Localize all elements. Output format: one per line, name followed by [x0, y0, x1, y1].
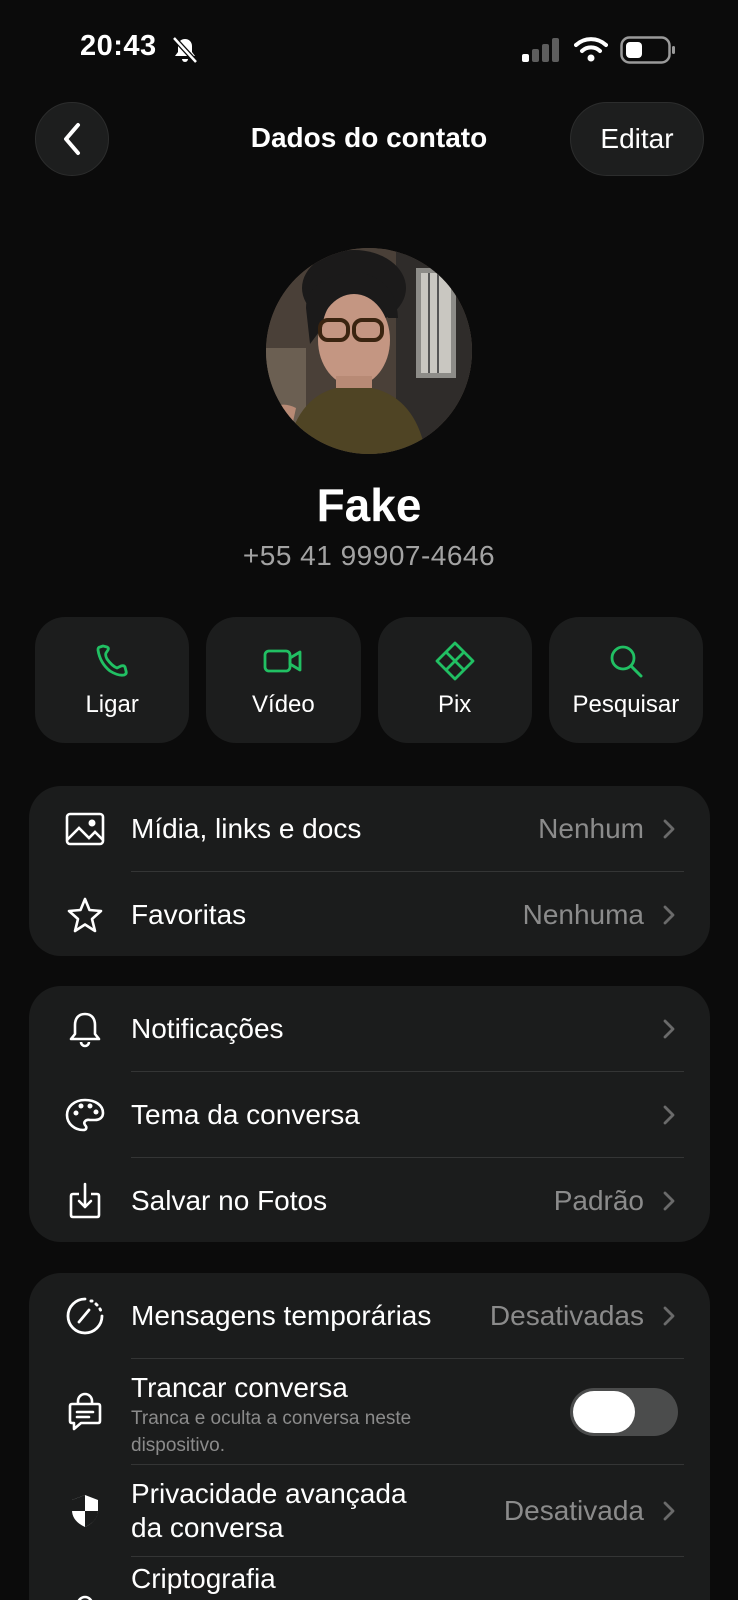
media-links-docs-row[interactable]: Mídia, links e docs Nenhum	[29, 786, 710, 872]
status-time: 20:43	[80, 30, 157, 62]
chevron-right-icon	[663, 1105, 675, 1125]
star-icon	[65, 895, 105, 935]
search-label: Pesquisar	[572, 691, 680, 718]
bell-off-icon	[172, 36, 198, 64]
video-icon	[263, 649, 302, 673]
chevron-right-icon	[663, 819, 675, 839]
save-photos-row[interactable]: Salvar no Fotos Padrão	[29, 1158, 710, 1242]
chevron-right-icon	[663, 905, 675, 925]
status-bar: 20:43	[0, 0, 738, 100]
favorites-row[interactable]: Favoritas Nenhuma	[29, 872, 710, 956]
pix-icon	[435, 641, 475, 681]
edit-button[interactable]: Editar	[570, 102, 704, 176]
toggle-knob	[573, 1391, 635, 1433]
lock-chat-description: Tranca e oculta a conversa neste disposi…	[131, 1408, 412, 1456]
timer-icon	[65, 1296, 105, 1336]
settings-group: Notificações Tema da conversa Salvar no …	[29, 986, 710, 1242]
lock-chat-row: Trancar conversa Tranca e oculta a conve…	[29, 1359, 710, 1465]
battery-icon	[620, 36, 675, 64]
notifications-row[interactable]: Notificações	[29, 986, 710, 1072]
contact-name: Fake	[316, 479, 422, 531]
media-links-docs-value: Nenhum	[538, 813, 644, 844]
advanced-privacy-value: Desativada	[503, 1495, 644, 1526]
image-icon	[65, 809, 105, 849]
chat-theme-row[interactable]: Tema da conversa	[29, 1072, 710, 1158]
quick-actions: Ligar Vídeo Pix Pesquisar	[35, 617, 703, 743]
save-photos-label: Salvar no Fotos	[131, 1185, 328, 1216]
lock-chat-label: Trancar conversa	[131, 1372, 348, 1403]
avatar[interactable]	[266, 248, 472, 454]
disappearing-messages-label: Mensagens temporárias	[131, 1300, 432, 1331]
video-button[interactable]: Vídeo	[206, 617, 361, 743]
bell-icon	[65, 1009, 105, 1049]
pix-label: Pix	[437, 691, 472, 718]
pix-button[interactable]: Pix	[377, 617, 532, 743]
search-icon	[610, 645, 643, 678]
phone-icon	[96, 644, 128, 677]
disappearing-messages-row[interactable]: Mensagens temporárias Desativadas	[29, 1273, 710, 1359]
encryption-row[interactable]: Criptografia	[29, 1557, 710, 1600]
chevron-right-icon	[663, 1019, 675, 1039]
chat-theme-label: Tema da conversa	[131, 1099, 360, 1130]
video-label: Vídeo	[252, 691, 315, 718]
lock-icon	[65, 1593, 105, 1600]
cell-signal-icon	[522, 38, 559, 62]
advanced-privacy-label: Privacidade avançada da conversa	[131, 1478, 407, 1543]
wifi-icon	[574, 37, 608, 62]
favorites-value: Nenhuma	[522, 899, 644, 930]
favorites-label: Favoritas	[131, 899, 247, 930]
chevron-right-icon	[663, 1306, 675, 1326]
chevron-right-icon	[663, 1501, 675, 1521]
save-photos-icon	[65, 1181, 105, 1221]
advanced-privacy-row[interactable]: Privacidade avançada da conversa Desativ…	[29, 1465, 710, 1557]
media-links-docs-label: Mídia, links e docs	[131, 813, 362, 844]
contact-phone: +55 41 99907-4646	[242, 540, 496, 571]
notifications-label: Notificações	[131, 1013, 284, 1044]
media-group: Mídia, links e docs Nenhum Favoritas Nen…	[29, 786, 710, 956]
chat-lock-icon	[65, 1392, 105, 1432]
encryption-label: Criptografia	[131, 1563, 276, 1594]
disappearing-messages-value: Desativadas	[489, 1300, 644, 1331]
chevron-right-icon	[663, 1191, 675, 1211]
lock-chat-toggle[interactable]	[570, 1388, 678, 1436]
palette-icon	[65, 1095, 105, 1135]
save-photos-value: Padrão	[553, 1185, 644, 1216]
avatar-photo	[266, 248, 472, 454]
search-button[interactable]: Pesquisar	[548, 617, 703, 743]
shield-icon	[65, 1491, 105, 1531]
privacy-group: Mensagens temporárias Desativadas Tranca…	[29, 1273, 710, 1600]
call-button[interactable]: Ligar	[35, 617, 190, 743]
call-label: Ligar	[85, 691, 139, 718]
